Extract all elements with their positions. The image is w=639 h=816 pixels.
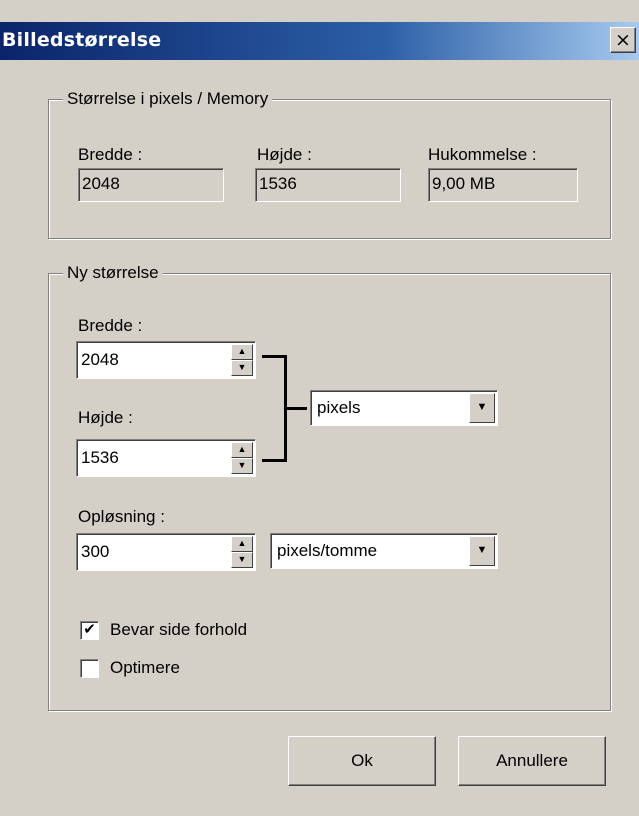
- spin-up-icon[interactable]: ▲: [231, 536, 253, 552]
- dropdown-icon[interactable]: ▼: [469, 393, 495, 423]
- window-title: Billedstørrelse: [2, 29, 162, 51]
- dropdown-icon[interactable]: ▼: [469, 536, 495, 566]
- resolution-input[interactable]: 300 ▲ ▼: [76, 533, 256, 571]
- height-spinner[interactable]: ▲ ▼: [231, 442, 253, 474]
- new-size-group-legend: Ny størrelse: [63, 263, 163, 283]
- cancel-button[interactable]: Annullere: [458, 736, 606, 786]
- spin-down-icon[interactable]: ▼: [231, 552, 253, 568]
- title-bar[interactable]: Billedstørrelse ×: [0, 22, 639, 60]
- height-input[interactable]: 1536 ▲ ▼: [76, 439, 256, 477]
- new-size-group: Ny størrelse: [48, 263, 611, 711]
- memory-label: Hukommelse :: [428, 145, 537, 164]
- close-button[interactable]: ×: [610, 27, 636, 53]
- height-input-value: 1536: [81, 448, 119, 467]
- spin-down-icon[interactable]: ▼: [231, 360, 253, 376]
- current-width-label: Bredde :: [78, 145, 143, 164]
- current-height-label: Højde :: [257, 145, 312, 164]
- width-label: Bredde :: [78, 316, 143, 335]
- resolution-unit-select[interactable]: pixels/tomme ▼: [270, 533, 498, 569]
- keep-ratio-checkbox[interactable]: ✔: [80, 621, 99, 640]
- width-input-value: 2048: [81, 350, 119, 369]
- ok-button[interactable]: Ok: [288, 736, 436, 786]
- keep-ratio-label[interactable]: Bevar side forhold: [110, 620, 247, 640]
- current-width-field: 2048: [78, 168, 224, 202]
- spin-up-icon[interactable]: ▲: [231, 344, 253, 360]
- spin-up-icon[interactable]: ▲: [231, 442, 253, 458]
- width-input[interactable]: 2048 ▲ ▼: [76, 341, 256, 379]
- size-memory-group-legend: Størrelse i pixels / Memory: [63, 89, 273, 109]
- size-unit-select[interactable]: pixels ▼: [310, 390, 498, 426]
- close-icon: ×: [615, 29, 631, 51]
- optimize-checkbox[interactable]: [80, 659, 99, 678]
- spin-down-icon[interactable]: ▼: [231, 458, 253, 474]
- resolution-unit-value: pixels/tomme: [277, 541, 378, 560]
- resolution-input-value: 300: [81, 542, 110, 561]
- width-spinner[interactable]: ▲ ▼: [231, 344, 253, 376]
- resolution-label: Opløsning :: [78, 507, 165, 526]
- height-label: Højde :: [78, 408, 133, 427]
- optimize-label[interactable]: Optimere: [110, 658, 180, 678]
- size-unit-value: pixels: [317, 398, 361, 417]
- memory-field: 9,00 MB: [428, 168, 578, 202]
- resolution-spinner[interactable]: ▲ ▼: [231, 536, 253, 568]
- checkmark-icon: ✔: [83, 621, 96, 638]
- current-height-field: 1536: [255, 168, 401, 202]
